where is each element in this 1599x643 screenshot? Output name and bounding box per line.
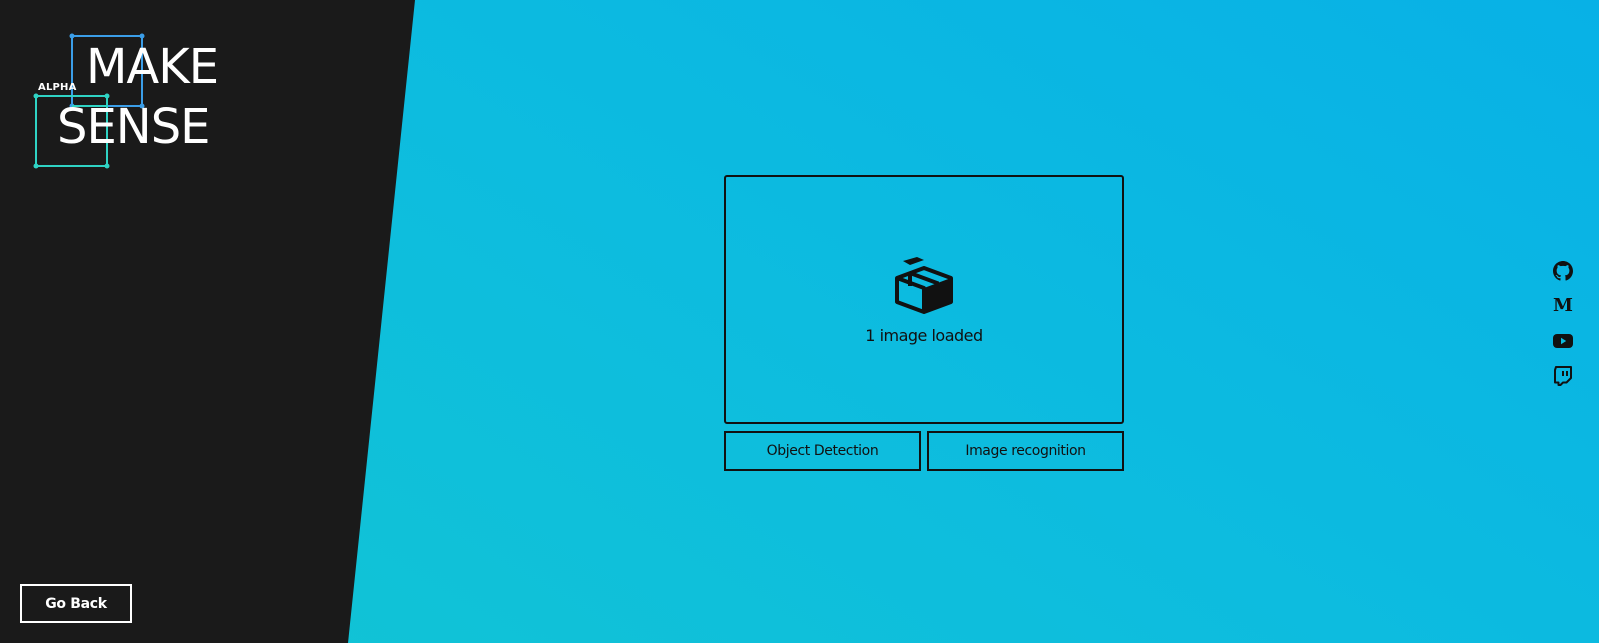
make-sense-logo: ALPHA MAKE SENSE — [30, 30, 230, 175]
left-panel: ALPHA MAKE SENSE — [0, 0, 415, 643]
github-icon[interactable] — [1552, 260, 1574, 282]
twitch-icon[interactable] — [1552, 365, 1574, 387]
images-loaded-status: 1 image loaded — [865, 326, 983, 345]
object-detection-button[interactable]: Object Detection — [724, 431, 921, 471]
logo-alpha-tag: ALPHA — [38, 82, 77, 93]
medium-icon-glyph: M — [1553, 295, 1573, 316]
logo-text-make: MAKE — [86, 39, 219, 95]
box-icon — [895, 257, 953, 314]
image-dropzone[interactable]: 1 image loaded — [724, 175, 1124, 424]
logo-text-sense: SENSE — [57, 99, 210, 155]
youtube-icon[interactable] — [1552, 330, 1574, 352]
medium-icon[interactable]: M — [1552, 295, 1574, 317]
social-links: M — [1551, 260, 1575, 400]
go-back-button[interactable]: Go Back — [20, 584, 132, 623]
image-recognition-button[interactable]: Image recognition — [927, 431, 1124, 471]
page: ALPHA MAKE SENSE Go Back 1 image loaded … — [0, 0, 1599, 643]
project-type-actions: Object Detection Image recognition — [724, 431, 1124, 471]
